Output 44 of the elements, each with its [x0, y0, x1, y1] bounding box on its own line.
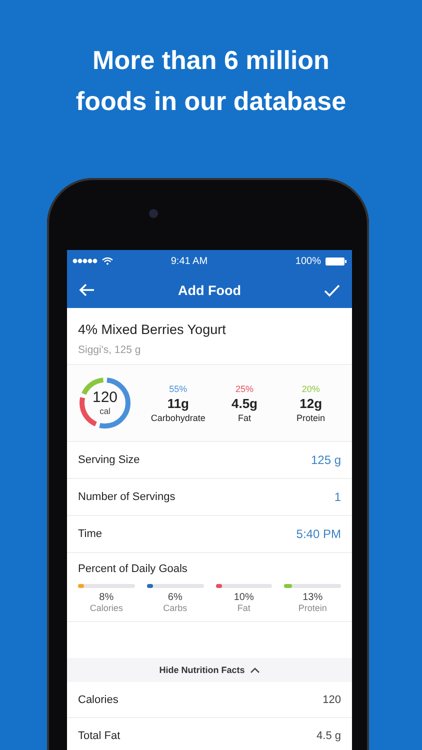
macro-label: Fat [238, 412, 251, 422]
macro-label: Carbohydrate [150, 412, 206, 422]
battery-icon [325, 256, 347, 266]
field-value[interactable]: 1 [334, 490, 341, 504]
calorie-unit: cal [100, 406, 110, 416]
back-arrow-icon[interactable] [79, 283, 95, 297]
goal-percent: 8% [99, 592, 114, 603]
food-brand-serving: Siggi's, 125 g [78, 344, 142, 356]
field-value[interactable]: 125 g [310, 453, 341, 467]
macro-amount: 4.5g [231, 396, 258, 410]
status-time: 9:41 AM [170, 256, 209, 266]
macro-percent: 20% [302, 384, 320, 394]
checkmark-icon[interactable] [324, 284, 340, 296]
goal-label: Protein [298, 603, 327, 613]
goal-percent: 6% [168, 592, 182, 603]
headline: More than 6 million foods in our database [74, 44, 348, 118]
macro-percent: 25% [235, 384, 254, 394]
macro-amount: 12g [300, 396, 322, 410]
goal-label: Carbs [163, 603, 188, 613]
goal-label: Fat [237, 603, 250, 613]
goal-label: Calories [90, 603, 123, 613]
nutrient-label: Total Fat [78, 730, 120, 742]
calorie-value: 120 [92, 390, 118, 406]
nutrient-value: 120 [322, 694, 341, 706]
macro-percent: 55% [169, 384, 188, 394]
goals-title: Percent of Daily Goals [78, 563, 188, 575]
field-label: Number of Servings [78, 491, 176, 503]
field-label: Serving Size [78, 454, 140, 466]
screen-title: Add Food [178, 282, 241, 298]
macro-label: Protein [296, 412, 326, 422]
calorie-ring [77, 375, 133, 431]
goal-percent: 13% [302, 592, 323, 603]
goal-percent: 10% [234, 592, 254, 603]
field-label: Time [78, 528, 102, 540]
signal-icon [72, 258, 98, 264]
wifi-icon [102, 257, 113, 265]
battery-percent: 100% [295, 256, 321, 266]
macro-amount: 11g [167, 396, 189, 410]
camera-icon [149, 209, 158, 218]
nutrient-label: Calories [78, 694, 118, 706]
hide-nutrition-button[interactable]: Hide Nutrition Facts [67, 658, 352, 682]
food-name: 4% Mixed Berries Yogurt [78, 322, 227, 337]
nutrient-value: 4.5 g [316, 730, 341, 742]
field-value[interactable]: 5:40 PM [296, 527, 341, 541]
